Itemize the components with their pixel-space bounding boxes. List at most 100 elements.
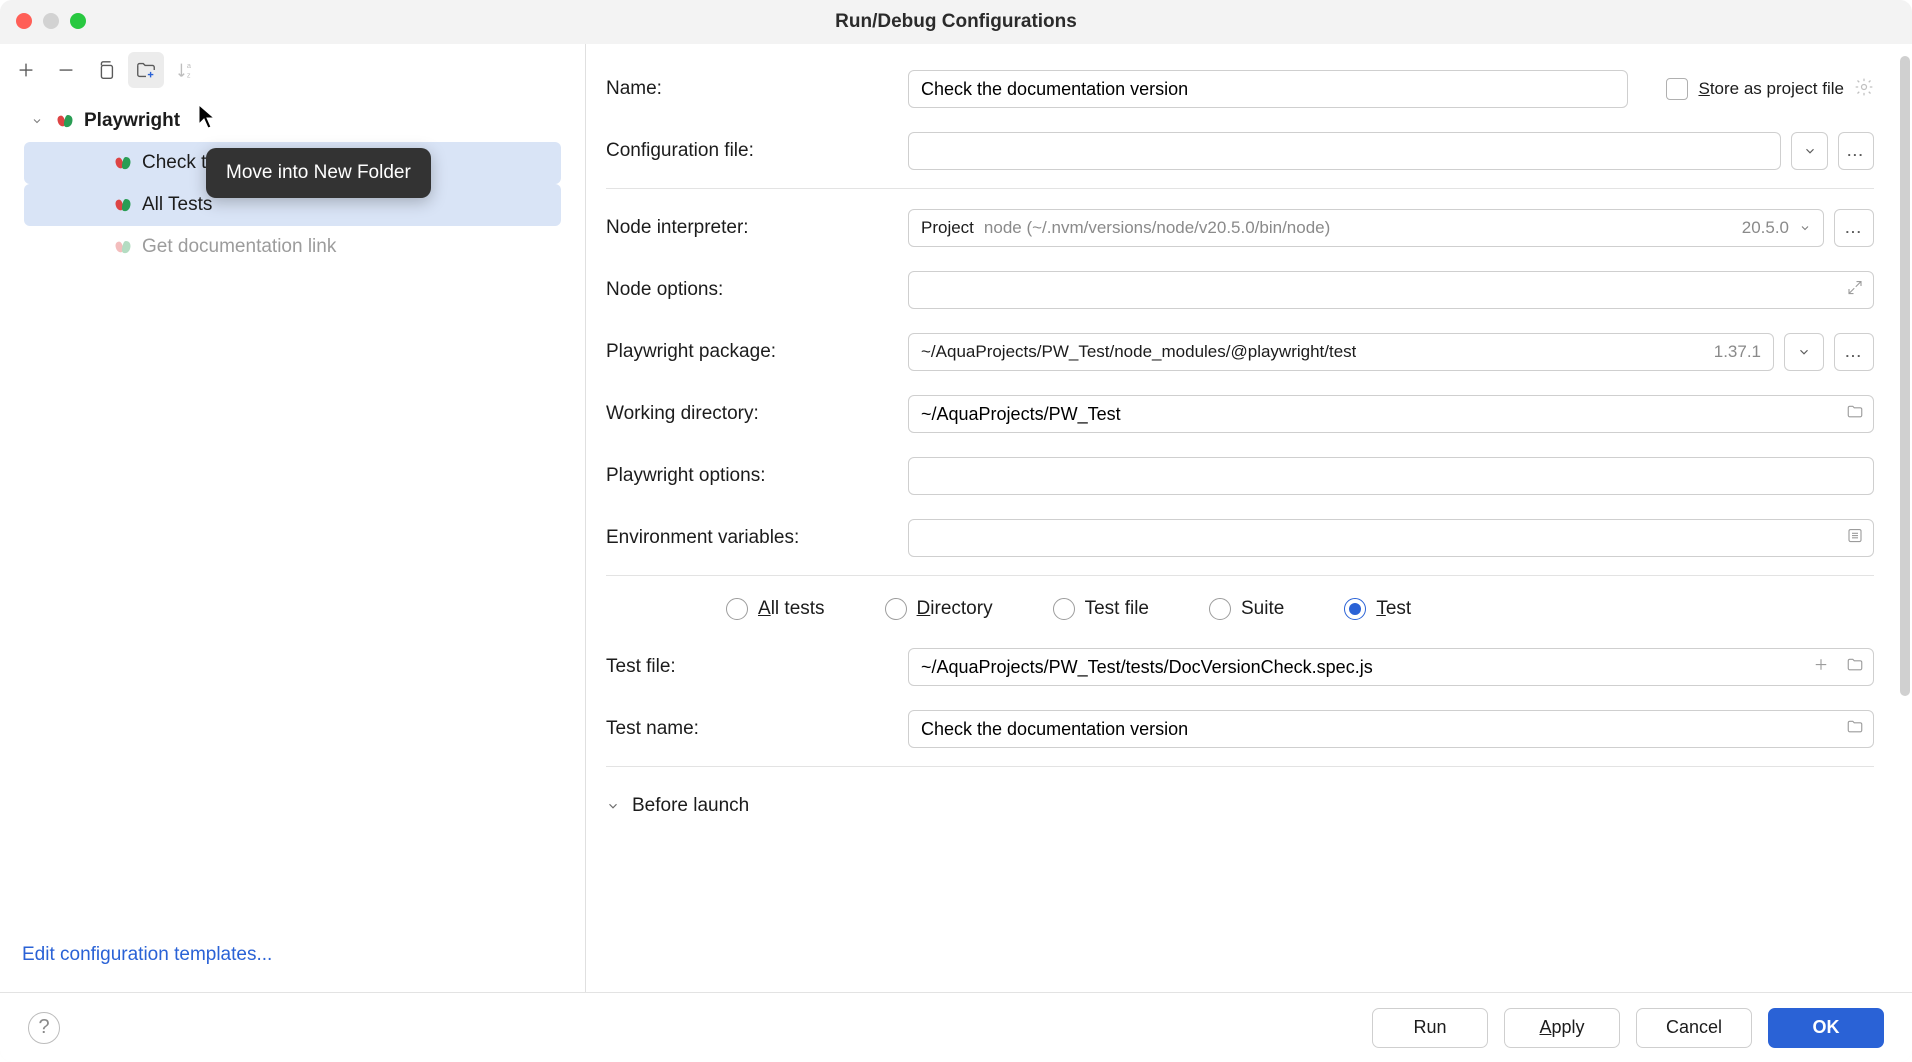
playwright-icon xyxy=(112,239,134,255)
configurations-sidebar: az Playwright Check the xyxy=(0,44,586,992)
name-input[interactable] xyxy=(908,70,1628,108)
scope-radio-group: All tests Directory Test file Suite Test xyxy=(606,584,1874,636)
tree-item-label: Check the documentation version xyxy=(142,152,424,174)
tree-item-label: Get documentation link xyxy=(142,236,336,258)
test-name-label: Test name: xyxy=(606,718,896,740)
before-launch-section[interactable]: Before launch xyxy=(606,775,1874,817)
playwright-options-label: Playwright options: xyxy=(606,465,896,487)
config-file-browse-button[interactable]: ... xyxy=(1838,132,1874,170)
chevron-down-icon xyxy=(1799,222,1811,234)
tree-item-get-doc-link[interactable]: Get documentation link xyxy=(24,226,561,268)
list-icon[interactable] xyxy=(1846,527,1864,550)
scrollbar-thumb[interactable] xyxy=(1900,56,1910,696)
playwright-package-path: ~/AquaProjects/PW_Test/node_modules/@pla… xyxy=(921,342,1356,362)
expand-icon[interactable] xyxy=(1846,279,1864,302)
copy-config-button[interactable] xyxy=(88,52,124,88)
playwright-icon xyxy=(54,113,76,129)
add-config-button[interactable] xyxy=(8,52,44,88)
new-folder-button[interactable] xyxy=(128,52,164,88)
working-dir-input[interactable] xyxy=(908,395,1874,433)
cancel-button[interactable]: Cancel xyxy=(1636,1008,1752,1048)
env-vars-label: Environment variables: xyxy=(606,527,896,549)
playwright-package-history-dropdown[interactable] xyxy=(1784,333,1824,371)
playwright-package-combo[interactable]: ~/AquaProjects/PW_Test/node_modules/@pla… xyxy=(908,333,1774,371)
tree-group-playwright[interactable]: Playwright xyxy=(4,100,581,142)
chevron-down-icon xyxy=(606,799,620,813)
node-options-input[interactable] xyxy=(908,271,1874,309)
scope-radio-test[interactable]: Test xyxy=(1344,598,1411,620)
store-as-project-file-label: Store as project file xyxy=(1698,79,1844,99)
svg-text:z: z xyxy=(187,70,191,79)
chevron-down-icon xyxy=(1797,345,1811,359)
node-interpreter-path: node (~/.nvm/versions/node/v20.5.0/bin/n… xyxy=(984,218,1330,238)
section-divider xyxy=(606,188,1874,189)
config-file-history-dropdown[interactable] xyxy=(1791,132,1827,170)
config-file-label: Configuration file: xyxy=(606,140,896,162)
dialog-title: Run/Debug Configurations xyxy=(835,11,1077,33)
tree-item-all-tests[interactable]: All Tests xyxy=(24,184,561,226)
remove-config-button[interactable] xyxy=(48,52,84,88)
close-window-button[interactable] xyxy=(16,13,32,29)
edit-templates-link[interactable]: Edit configuration templates... xyxy=(0,926,585,992)
node-interpreter-primary: Project xyxy=(921,218,974,238)
svg-text:a: a xyxy=(187,61,192,70)
playwright-icon xyxy=(112,155,134,171)
sidebar-toolbar: az xyxy=(0,44,585,96)
zoom-window-button[interactable] xyxy=(70,13,86,29)
chevron-down-icon xyxy=(28,115,46,127)
copy-icon xyxy=(95,59,117,81)
scope-radio-directory[interactable]: Directory xyxy=(885,598,993,620)
apply-button[interactable]: Apply xyxy=(1504,1008,1620,1048)
test-file-input[interactable] xyxy=(908,648,1874,686)
store-as-project-file-checkbox[interactable] xyxy=(1666,78,1688,100)
scope-radio-all-tests[interactable]: All tests xyxy=(726,598,825,620)
scope-radio-suite[interactable]: Suite xyxy=(1209,598,1284,620)
tree-group-label: Playwright xyxy=(84,110,180,132)
section-divider xyxy=(606,766,1874,767)
traffic-lights xyxy=(16,13,86,29)
node-interpreter-combo[interactable]: Project node (~/.nvm/versions/node/v20.5… xyxy=(908,209,1824,247)
plus-icon[interactable] xyxy=(1812,656,1830,679)
node-interpreter-version: 20.5.0 xyxy=(1742,218,1789,238)
scrollbar[interactable] xyxy=(1900,56,1910,736)
section-divider xyxy=(606,575,1874,576)
run-debug-config-dialog: Run/Debug Configurations az xyxy=(0,0,1912,1062)
scope-radio-test-file[interactable]: Test file xyxy=(1053,598,1149,620)
chevron-down-icon xyxy=(1803,144,1817,158)
test-file-label: Test file: xyxy=(606,656,896,678)
plus-icon xyxy=(15,59,37,81)
ellipsis-icon: ... xyxy=(1845,221,1862,236)
run-button[interactable]: Run xyxy=(1372,1008,1488,1048)
name-label: Name: xyxy=(606,78,896,100)
folder-icon[interactable] xyxy=(1846,718,1864,741)
playwright-options-input[interactable] xyxy=(908,457,1874,495)
working-dir-label: Working directory: xyxy=(606,403,896,425)
sort-alpha-icon: az xyxy=(175,59,197,81)
minimize-window-button[interactable] xyxy=(43,13,59,29)
ok-button[interactable]: OK xyxy=(1768,1008,1884,1048)
playwright-package-browse-button[interactable]: ... xyxy=(1834,333,1874,371)
tree-item-check-doc-version[interactable]: Check the documentation version xyxy=(24,142,561,184)
folder-plus-icon xyxy=(135,59,157,81)
configurations-tree[interactable]: Playwright Check the documentation versi… xyxy=(0,96,585,926)
before-launch-label: Before launch xyxy=(632,795,749,817)
folder-icon[interactable] xyxy=(1846,403,1864,426)
playwright-package-label: Playwright package: xyxy=(606,341,896,363)
config-file-input[interactable] xyxy=(908,132,1781,170)
dialog-footer: ? Run Apply Cancel OK xyxy=(0,992,1912,1062)
gear-icon[interactable] xyxy=(1854,77,1874,102)
playwright-package-version: 1.37.1 xyxy=(1714,342,1761,362)
ellipsis-icon: ... xyxy=(1847,144,1864,159)
sort-configs-button[interactable]: az xyxy=(168,52,204,88)
playwright-icon xyxy=(112,197,134,213)
node-interpreter-browse-button[interactable]: ... xyxy=(1834,209,1874,247)
help-button[interactable]: ? xyxy=(28,1012,60,1044)
config-form: Name: Store as project file Configuratio… xyxy=(586,44,1912,992)
ellipsis-icon: ... xyxy=(1845,345,1862,360)
titlebar: Run/Debug Configurations xyxy=(0,0,1912,44)
tree-item-label: All Tests xyxy=(142,194,212,216)
env-vars-input[interactable] xyxy=(908,519,1874,557)
node-interpreter-label: Node interpreter: xyxy=(606,217,896,239)
test-name-input[interactable] xyxy=(908,710,1874,748)
folder-icon[interactable] xyxy=(1846,656,1864,679)
